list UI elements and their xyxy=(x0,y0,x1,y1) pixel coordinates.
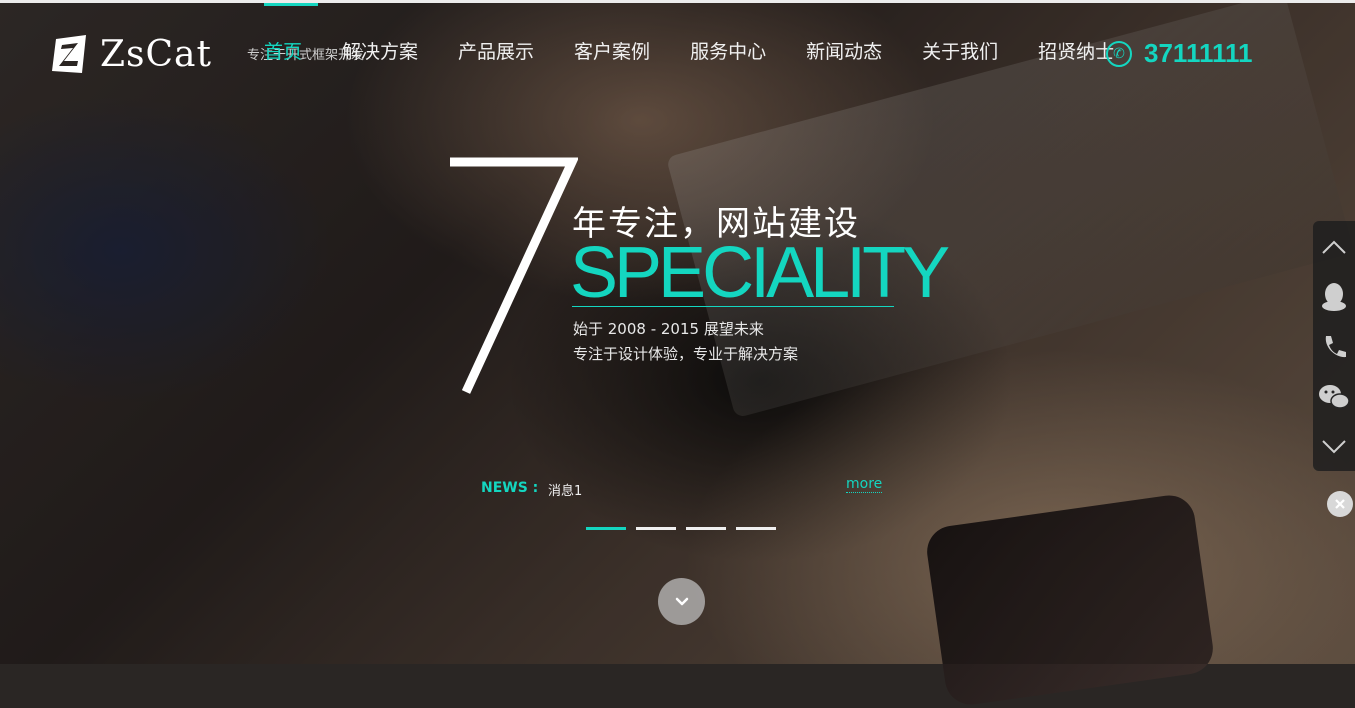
scroll-down-button[interactable] xyxy=(658,578,705,625)
side-toolbar xyxy=(1313,221,1355,471)
slider-dot-3[interactable] xyxy=(686,527,726,530)
phone-number: 37111111 xyxy=(1144,38,1253,68)
slider-dots xyxy=(586,527,776,530)
hero-divider xyxy=(572,306,894,307)
qq-icon xyxy=(1322,283,1346,311)
nav-item-service[interactable]: 服务中心 xyxy=(670,0,786,100)
chevron-down-icon xyxy=(1322,440,1346,454)
scroll-bottom-button[interactable] xyxy=(1313,427,1355,467)
logo[interactable]: ZsCat xyxy=(48,33,212,75)
news-label: NEWS : xyxy=(481,480,539,496)
hero-subline-2: 专注于设计体验，专业于解决方案 xyxy=(573,345,799,363)
qq-button[interactable] xyxy=(1313,277,1355,317)
nav-item-products[interactable]: 产品展示 xyxy=(438,0,554,100)
logo-text: ZsCat xyxy=(100,33,212,75)
phone-icon xyxy=(1325,336,1346,358)
chevron-down-icon xyxy=(675,597,688,605)
close-icon xyxy=(1335,499,1345,509)
nav-item-cases[interactable]: 客户案例 xyxy=(554,0,670,100)
news-item[interactable]: 消息1 xyxy=(548,480,582,499)
chevron-up-icon xyxy=(1322,240,1346,254)
nav-item-solutions[interactable]: 解决方案 xyxy=(322,0,438,100)
phone-button[interactable] xyxy=(1313,327,1355,367)
phone-icon: ✆ xyxy=(1106,40,1132,67)
wechat-icon xyxy=(1319,385,1350,409)
scroll-up-button[interactable] xyxy=(1313,227,1355,267)
nav-item-news[interactable]: 新闻动态 xyxy=(786,0,902,100)
nav-item-about[interactable]: 关于我们 xyxy=(902,0,1018,100)
slider-dot-1[interactable] xyxy=(586,527,626,530)
hero-specialty: SPECIALITY xyxy=(570,233,950,313)
header: ZsCat 专注于开式框架开发 首页 解决方案 产品展示 客户案例 服务中心 新… xyxy=(0,0,1355,100)
slider-dot-2[interactable] xyxy=(636,527,676,530)
hero-big-number xyxy=(438,150,580,404)
main-nav: 首页 解决方案 产品展示 客户案例 服务中心 新闻动态 关于我们 招贤纳士 xyxy=(254,0,1134,100)
contact-phone[interactable]: ✆ 37111111 xyxy=(1106,38,1253,69)
hero-subline-1: 始于 2008 - 2015 展望未来 xyxy=(573,320,764,338)
logo-icon xyxy=(48,33,90,75)
wechat-button[interactable] xyxy=(1313,377,1355,417)
side-toolbar-close-button[interactable] xyxy=(1327,491,1353,517)
slider-dot-4[interactable] xyxy=(736,527,776,530)
nav-item-home[interactable]: 首页 xyxy=(254,0,322,100)
news-more-link[interactable]: more xyxy=(846,476,883,493)
